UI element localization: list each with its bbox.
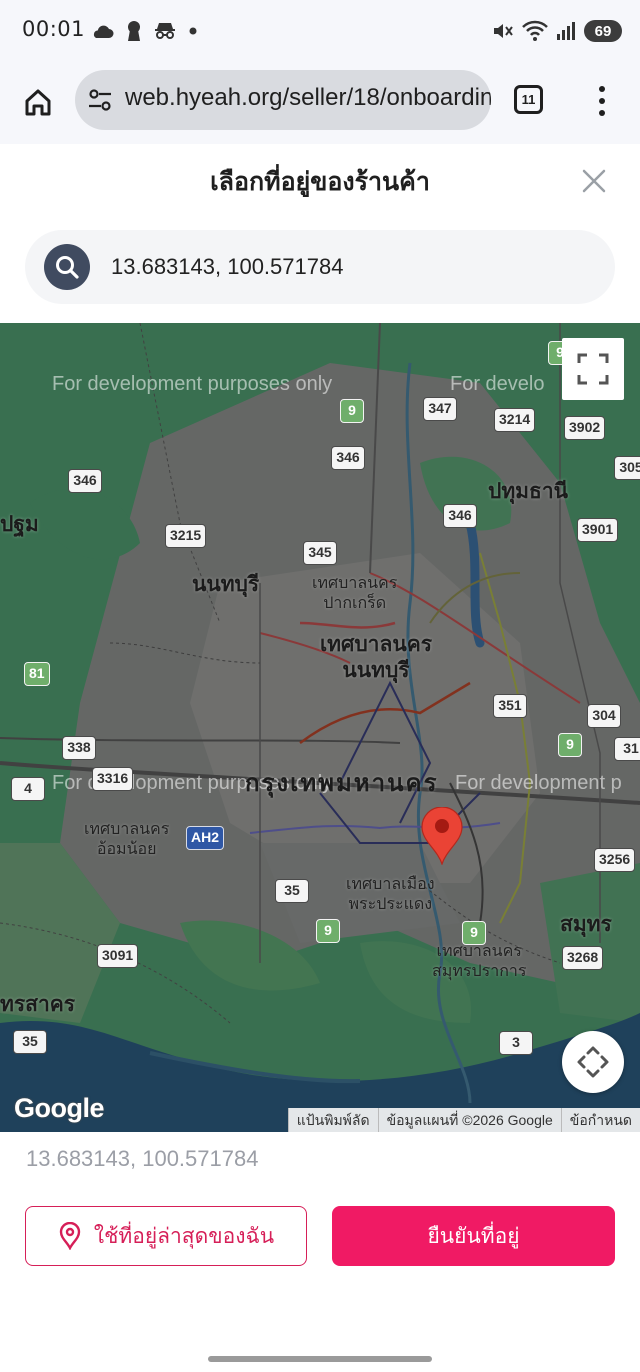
route-shield: 31 (614, 737, 640, 761)
keyboard-shortcuts-link[interactable]: แป้นพิมพ์ลัด (287, 1108, 378, 1132)
url-text: web.hyeah.org/seller/18/onboarding (125, 84, 491, 111)
route-shield: 3316 (92, 767, 134, 791)
menu-dot (599, 98, 605, 104)
google-logo[interactable]: Google (14, 1093, 105, 1124)
map[interactable]: For development purposes only For develo… (0, 323, 640, 1132)
place-label: ทรสาคร (0, 992, 76, 1016)
browser-menu-button[interactable] (590, 84, 614, 118)
route-shield: 3268 (562, 946, 604, 970)
place-label: ปฐม (0, 512, 39, 536)
map-attribution: แป้นพิมพ์ลัด ข้อมูลแผนที่ ©2026 Google ข… (287, 1108, 640, 1132)
place-label-line: สมุทรปราการ (432, 961, 527, 980)
place-label: เทศบาลเมือง พระประแดง (346, 874, 435, 914)
route-shield: 346 (331, 446, 365, 470)
route-shield: 35 (13, 1030, 47, 1054)
fullscreen-icon (577, 353, 609, 385)
home-indicator[interactable] (208, 1356, 432, 1362)
place-label: นนทบุรี (192, 572, 260, 596)
route-shield: AH2 (186, 826, 225, 850)
home-icon (25, 89, 51, 116)
fullscreen-button[interactable] (562, 338, 624, 400)
place-label: เทศบาลนคร สมุทรปราการ (432, 941, 526, 981)
close-icon[interactable] (578, 165, 610, 197)
route-shield: 347 (423, 397, 457, 421)
place-label-line: เทศบาลนคร (320, 632, 433, 656)
dev-watermark: For develo (450, 373, 545, 395)
search-button[interactable] (44, 244, 90, 290)
route-shield: 3902 (564, 416, 606, 440)
tab-switcher-button[interactable]: 11 (514, 85, 543, 114)
route-shield: 3215 (165, 524, 207, 548)
terms-link[interactable]: ข้อกำหนด (560, 1108, 640, 1132)
cloud-icon (93, 25, 114, 38)
use-current-location-label: ใช้ที่อยู่ล่าสุดของฉัน (93, 1223, 275, 1248)
place-label: กรุงเทพมหานคร (245, 769, 439, 797)
place-label-line: นนทบุรี (342, 658, 410, 682)
place-label: สมุทร (560, 912, 612, 936)
route-shield: 9 (316, 919, 340, 943)
place-label-line: เทศบาลเมือง (346, 874, 435, 893)
confirm-address-label: ยืนยันที่อยู่ (427, 1223, 520, 1248)
dev-watermark: For development purposes only (52, 373, 333, 395)
status-right-icons: 69 (492, 18, 622, 44)
search-input[interactable] (111, 244, 591, 290)
menu-dot (599, 86, 605, 92)
route-shield: 345 (303, 541, 337, 565)
place-label-line: ปากเกร็ด (323, 593, 387, 612)
place-label: เทศบาลนคร นนทบุรี (320, 631, 432, 683)
place-label: เทศบาลนคร อ้อมน้อย (84, 819, 169, 859)
confirm-address-button[interactable]: ยืนยันที่อยู่ (332, 1206, 615, 1266)
selected-coordinates: 13.683143, 100.571784 (26, 1146, 259, 1171)
route-shield: 9 (340, 399, 364, 423)
map-data-text: ข้อมูลแผนที่ ©2026 Google (377, 1108, 561, 1132)
place-label-line: อ้อมน้อย (96, 839, 157, 858)
status-time: 00:01 (22, 17, 86, 41)
place-label-line: เทศบาลนคร (312, 573, 398, 592)
route-shield: 346 (443, 504, 477, 528)
route-shield: 3 (499, 1031, 533, 1055)
address-bar[interactable]: web.hyeah.org/seller/18/onboarding (75, 70, 491, 130)
use-current-location-button[interactable]: ใช้ที่อยู่ล่าสุดของฉัน (25, 1206, 307, 1266)
home-button[interactable] (18, 82, 58, 122)
wifi-icon (522, 20, 548, 41)
dev-watermark: For development p (455, 772, 622, 794)
route-shield: 35 (275, 879, 309, 903)
mute-icon (494, 24, 513, 38)
route-shield: 338 (62, 736, 96, 760)
incognito-icon (155, 23, 175, 39)
keyhole-icon (128, 21, 140, 41)
browser-toolbar: web.hyeah.org/seller/18/onboarding 11 (0, 62, 640, 144)
place-label-line: พระประแดง (348, 894, 433, 913)
status-left-icons (90, 18, 198, 44)
route-shield: 4 (11, 777, 45, 801)
route-shield: 3214 (494, 408, 536, 432)
route-shield: 3901 (577, 518, 619, 542)
route-shield: 305 (614, 456, 640, 480)
route-shield: 9 (462, 921, 486, 945)
location-pin-icon[interactable] (421, 807, 463, 865)
site-settings-icon[interactable] (87, 88, 113, 112)
route-shield: 346 (68, 469, 102, 493)
route-shield: 9 (558, 733, 582, 757)
route-shield: 3091 (97, 944, 139, 968)
search-icon (56, 256, 79, 279)
dot-icon (189, 27, 197, 35)
status-bar: 00:01 69 (0, 0, 640, 62)
move-arrows-icon (577, 1046, 609, 1078)
route-shield: 304 (587, 704, 621, 728)
place-label: ปทุมธานี (488, 479, 568, 503)
modal-title: เลือกที่อยู่ของร้านค้า (210, 167, 430, 196)
route-shield: 351 (493, 694, 527, 718)
place-label: เทศบาลนคร ปากเกร็ด (312, 573, 397, 613)
route-shield: 81 (24, 662, 50, 686)
menu-dot (599, 110, 605, 116)
battery-indicator: 69 (584, 20, 622, 42)
location-pin-outline-icon (59, 1222, 81, 1250)
place-label-line: เทศบาลนคร (84, 819, 170, 838)
recenter-button[interactable] (562, 1031, 624, 1093)
signal-icon (557, 22, 575, 40)
route-shield: 3256 (594, 848, 636, 872)
search-box (25, 230, 615, 304)
map-dim-overlay (0, 323, 640, 1132)
